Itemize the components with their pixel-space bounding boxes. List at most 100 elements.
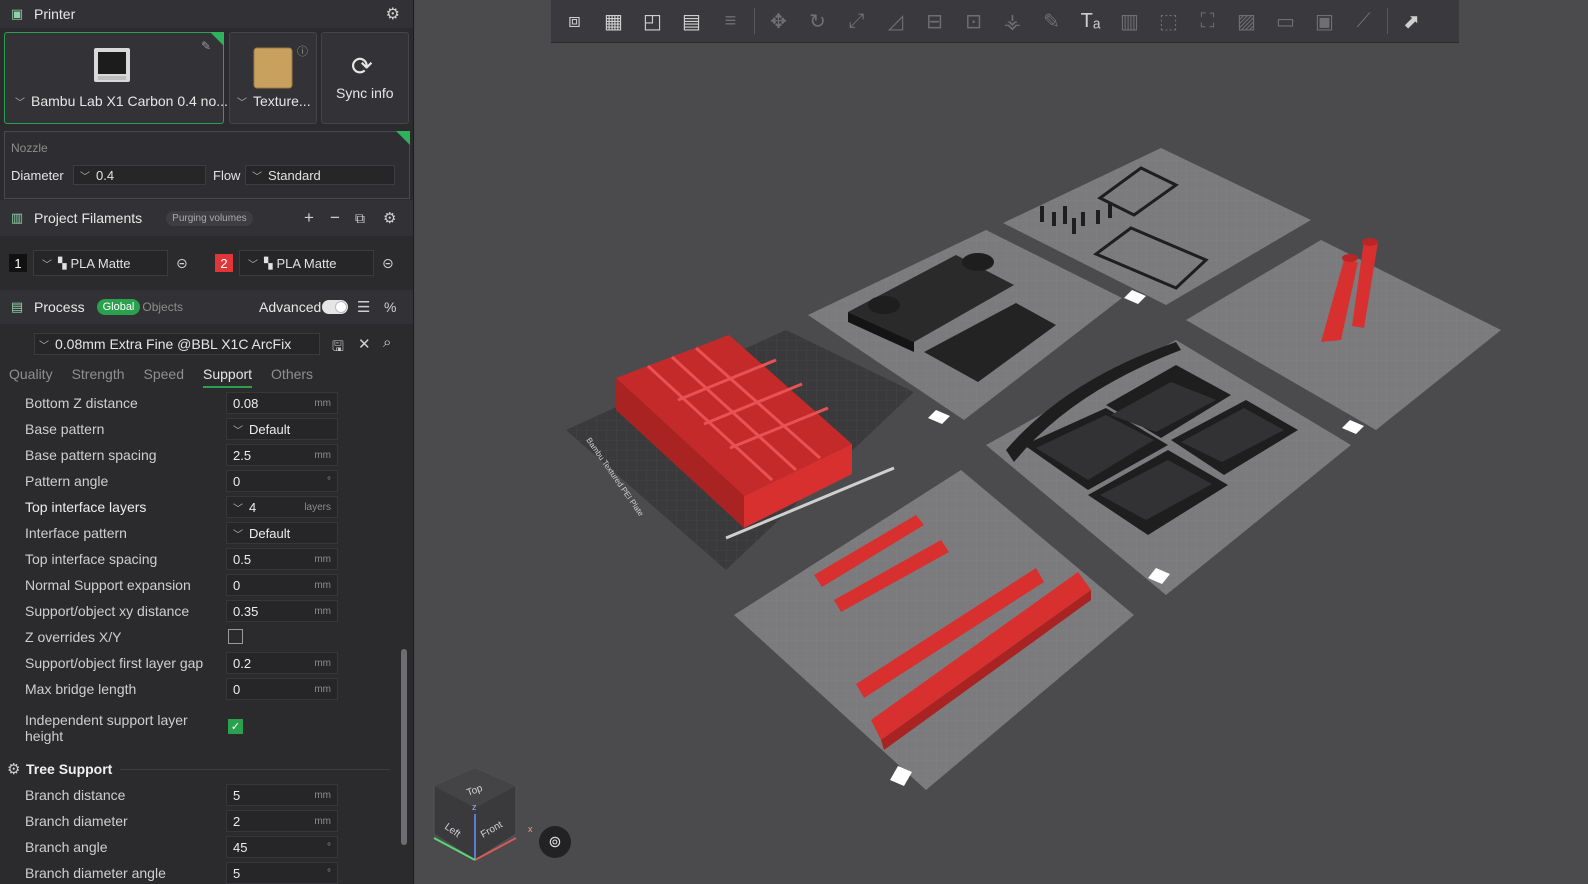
tab-support[interactable]: Support [203, 366, 253, 388]
printer-select-card[interactable]: ✎ ﹀ Bambu Lab X1 Carbon 0.4 no... [4, 32, 228, 124]
diameter-select[interactable]: ﹀ 0.4 [73, 165, 206, 185]
purging-volumes-button[interactable]: Purging volumes [166, 210, 253, 226]
filament-sync-icon[interactable]: ⧉ [355, 210, 365, 227]
filament-more-icon[interactable]: ⊝ [382, 255, 394, 272]
tab-quality[interactable]: Quality [9, 366, 53, 388]
nozzle-title: Nozzle [11, 141, 48, 155]
setting-value: 0.2 [233, 655, 252, 671]
list-icon[interactable]: ☰ [357, 298, 370, 316]
plate-info-icon[interactable]: ⓘ [297, 43, 308, 59]
add-filament-icon[interactable]: + [304, 208, 314, 228]
scrollbar-thumb[interactable] [401, 649, 407, 845]
filament-item-2[interactable]: 2 ﹀ ▚ PLA Matte ⊝ [215, 250, 394, 276]
setting-select[interactable]: ﹀ Default [226, 418, 338, 440]
printer-header-label: Printer [34, 6, 76, 22]
setting-value: 0.08 [233, 395, 259, 411]
setting-input[interactable]: 2.5 mm [226, 444, 338, 466]
nozzle-panel: Nozzle Diameter ﹀ 0.4 Flow ﹀ Standard [4, 131, 410, 199]
close-icon[interactable]: ✕ [358, 335, 371, 353]
setting-input[interactable]: 0 mm [226, 574, 338, 596]
split-icon[interactable]: ≡ [711, 2, 750, 40]
view-icon[interactable]: ⬈ [1392, 2, 1431, 40]
process-icon: ▤ [10, 299, 24, 314]
remove-filament-icon[interactable]: − [330, 208, 340, 228]
setting-input[interactable]: 0 mm [226, 678, 338, 700]
move-icon[interactable]: ✥ [759, 2, 798, 40]
save-preset-icon[interactable]: 🖫 [332, 336, 344, 360]
setting-label: Support/object first layer gap [25, 655, 204, 671]
3d-viewport[interactable]: Bambu Textured PEI Plate ⧈ ▦ ◰ ▤ ≡ ✥ ↻ ⤢… [416, 0, 1588, 884]
settings-scrollbar[interactable] [400, 392, 408, 884]
setting-label: Independent support layer height [25, 712, 188, 744]
filament-select[interactable]: ﹀ ▚ PLA Matte [33, 250, 168, 276]
setting-label: Z overrides X/Y [25, 629, 122, 645]
add-plate-icon[interactable]: ▦ [594, 2, 633, 40]
support-paint-icon[interactable]: ⚶ [993, 2, 1032, 40]
plate-select-card[interactable]: ⓘ ﹀ Texture... [229, 32, 317, 124]
setting-label: Top interface spacing [25, 551, 158, 567]
copy-icon[interactable]: ▭ [1266, 2, 1305, 40]
search-icon[interactable]: ⌕ [383, 334, 391, 351]
boolean-icon[interactable]: ⊡ [954, 2, 993, 40]
setting-input[interactable]: 5 mm [226, 784, 338, 806]
cut-icon[interactable]: ⊟ [915, 2, 954, 40]
explode-icon[interactable]: ⛶ [1188, 2, 1227, 40]
layer-icon[interactable]: ▨ [1227, 2, 1266, 40]
chevron-down-icon: ﹀ [237, 98, 247, 109]
text-icon[interactable]: Tₐ [1071, 2, 1110, 40]
advanced-toggle[interactable] [322, 300, 348, 314]
assembly-icon[interactable]: ⬚ [1149, 2, 1188, 40]
setting-label: Support/object xy distance [25, 603, 190, 619]
filament-settings-gear-icon[interactable]: ⚙ [383, 209, 396, 227]
setting-input[interactable]: 0.08 mm [226, 392, 338, 414]
flow-label: Flow [213, 168, 241, 183]
edit-printer-icon[interactable]: ✎ [201, 39, 211, 53]
setting-input[interactable]: 0.2 mm [226, 652, 338, 674]
chevron-down-icon: ﹀ [252, 171, 262, 183]
setting-input[interactable]: 0.35 mm [226, 600, 338, 622]
orientation-cube[interactable]: Top Left Front z x y [428, 764, 540, 874]
tab-speed[interactable]: Speed [144, 366, 184, 388]
setting-value: 45 [233, 839, 248, 855]
setting-select[interactable]: ﹀ 4 layers [226, 496, 338, 518]
setting-input[interactable]: 45 ° [226, 836, 338, 858]
objects-tab[interactable]: Objects [142, 300, 183, 314]
add-object-icon[interactable]: ⧈ [555, 2, 594, 40]
independent-layer-height-checkbox[interactable]: ✓ [228, 719, 243, 734]
z-overrides-checkbox[interactable] [228, 629, 243, 644]
preset-select[interactable]: ﹀ 0.08mm Extra Fine @BBL X1C ArcFix [34, 333, 320, 355]
filament-more-icon[interactable]: ⊝ [176, 255, 188, 272]
tab-strength[interactable]: Strength [72, 366, 125, 388]
process-header-label: Process [34, 299, 85, 315]
compare-icon[interactable]: % [384, 299, 396, 315]
sync-info-button[interactable]: ⟳ Sync info [321, 32, 409, 124]
sync-info-label: Sync info [336, 85, 394, 101]
setting-input[interactable]: 0 ° [226, 470, 338, 492]
setting-input[interactable]: 5 ° [226, 862, 338, 884]
arrange-icon[interactable]: ▤ [672, 2, 711, 40]
ruler-icon[interactable]: ⟋ [1344, 2, 1383, 40]
printer-settings-gear-icon[interactable]: ⚙ [386, 4, 400, 24]
paste-icon[interactable]: ▣ [1305, 2, 1344, 40]
toolbar-divider [754, 8, 755, 34]
setting-label: Base pattern spacing [25, 447, 157, 463]
setting-row: Base pattern ﹀ Default [0, 416, 396, 442]
setting-input[interactable]: 0.5 mm [226, 548, 338, 570]
chevron-down-icon: ﹀ [233, 503, 243, 515]
setting-select[interactable]: ﹀ Default [226, 522, 338, 544]
auto-orient-icon[interactable]: ◰ [633, 2, 672, 40]
setting-label: Max bridge length [25, 681, 137, 697]
filament-select[interactable]: ﹀ ▚ PLA Matte [239, 250, 374, 276]
camera-view-button[interactable]: ⊚ [539, 826, 571, 858]
global-tab[interactable]: Global [96, 299, 141, 315]
lay-on-face-icon[interactable]: ◿ [876, 2, 915, 40]
measure-icon[interactable]: ▥ [1110, 2, 1149, 40]
printer-header: ▣ Printer ⚙ [0, 0, 413, 28]
setting-input[interactable]: 2 mm [226, 810, 338, 832]
rotate-icon[interactable]: ↻ [798, 2, 837, 40]
flow-select[interactable]: ﹀ Standard [245, 165, 395, 185]
scale-icon[interactable]: ⤢ [837, 2, 876, 40]
seam-paint-icon[interactable]: ✎ [1032, 2, 1071, 40]
filament-item-1[interactable]: 1 ﹀ ▚ PLA Matte ⊝ [9, 250, 188, 276]
tab-others[interactable]: Others [271, 366, 313, 388]
